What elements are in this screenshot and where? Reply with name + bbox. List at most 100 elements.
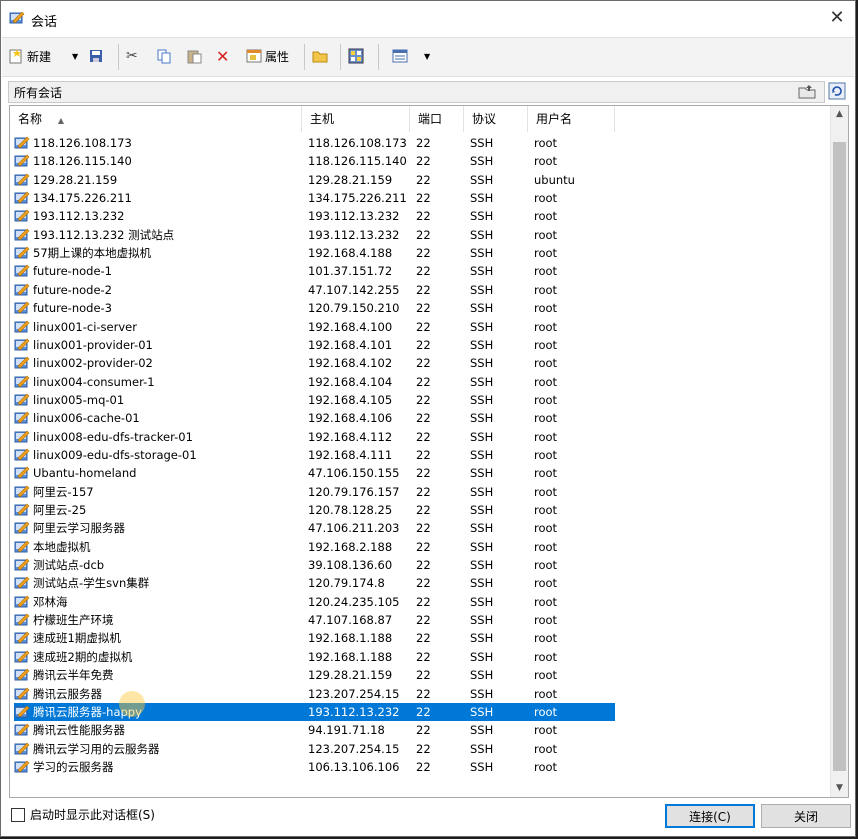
- table-row[interactable]: linux005-mq-01 192.168.4.105 22 SSH root: [14, 391, 615, 409]
- session-port: 22: [416, 466, 431, 481]
- session-host: 118.126.108.173: [308, 136, 407, 150]
- session-host: 123.207.254.15: [308, 686, 400, 701]
- refresh-button[interactable]: [827, 81, 847, 101]
- session-user: root: [534, 246, 558, 261]
- column-header-protocol[interactable]: 协议: [464, 106, 528, 132]
- table-row[interactable]: 57期上课的本地虚拟机 192.168.4.188 22 SSH root: [14, 244, 615, 262]
- connect-button[interactable]: 连接(C): [665, 804, 755, 828]
- toolbar-separator: [304, 44, 305, 70]
- save-button[interactable]: [88, 45, 104, 67]
- column-header-name[interactable]: 名称 ▲: [10, 106, 302, 132]
- session-name-cell: 速成班2期的虚拟机: [14, 648, 132, 666]
- scroll-up-icon[interactable]: ▲: [831, 106, 848, 123]
- table-row[interactable]: 邓林海 120.24.235.105 22 SSH root: [14, 593, 615, 611]
- table-row[interactable]: linux008-edu-dfs-tracker-01 192.168.4.112…: [14, 428, 615, 446]
- session-port: 22: [416, 246, 431, 261]
- session-name: 腾讯云服务器: [33, 686, 102, 701]
- session-host: 39.108.136.60: [308, 558, 393, 573]
- table-row[interactable]: 腾讯云半年免费 129.28.21.159 22 SSH root: [14, 666, 615, 684]
- table-row[interactable]: linux006-cache-01 192.168.4.106 22 SSH root: [14, 409, 615, 427]
- startup-checkbox[interactable]: 启动时显示此对话框(S): [11, 806, 155, 823]
- table-row[interactable]: 测试站点-dcb 39.108.136.60 22 SSH root: [14, 556, 615, 574]
- table-row[interactable]: 阿里云-25 120.78.128.25 22 SSH root: [14, 501, 615, 519]
- table-row[interactable]: future-node-3 120.79.150.210 22 SSH root: [14, 299, 615, 317]
- session-user: root: [534, 539, 558, 554]
- table-row[interactable]: 腾讯云性能服务器 94.191.71.18 22 SSH root: [14, 721, 615, 739]
- table-row[interactable]: 速成班1期虚拟机 192.168.1.188 22 SSH root: [14, 629, 615, 647]
- column-header-user[interactable]: 用户名: [528, 106, 615, 132]
- table-row[interactable]: 阿里云-157 120.79.176.157 22 SSH root: [14, 483, 615, 501]
- table-row[interactable]: linux001-ci-server 192.168.4.100 22 SSH root: [14, 318, 615, 336]
- table-row[interactable]: linux002-provider-02 192.168.4.102 22 SSH ro…: [14, 354, 615, 372]
- session-port: 22: [416, 301, 431, 316]
- close-button[interactable]: 关闭: [761, 804, 851, 828]
- properties-button[interactable]: 属性: [246, 45, 289, 67]
- table-row[interactable]: 118.126.115.140 118.126.115.140 22 SSH root: [14, 152, 615, 170]
- session-user: root: [534, 741, 558, 756]
- table-row[interactable]: linux009-edu-dfs-storage-01 192.168.4.111…: [14, 446, 615, 464]
- session-name-cell: linux001-ci-server: [14, 318, 137, 336]
- view-mode-dropdown[interactable]: ▼: [424, 45, 430, 67]
- new-folder-button[interactable]: [312, 45, 328, 67]
- table-row[interactable]: 腾讯云学习用的云服务器 123.207.254.15 22 SSH root: [14, 740, 615, 758]
- session-icon: [14, 687, 30, 701]
- session-user: root: [534, 447, 558, 462]
- session-port: 22: [416, 539, 431, 554]
- session-manager-button[interactable]: [348, 45, 364, 67]
- table-row[interactable]: 193.112.13.232 193.112.13.232 22 SSH root: [14, 207, 615, 225]
- table-row[interactable]: future-node-1 101.37.151.72 22 SSH root: [14, 262, 615, 280]
- delete-button[interactable]: ✕: [216, 45, 229, 67]
- table-row[interactable]: linux004-consumer-1 192.168.4.104 22 SSH roo…: [14, 373, 615, 391]
- table-row[interactable]: linux001-provider-01 192.168.4.101 22 SSH ro…: [14, 336, 615, 354]
- new-dropdown-arrow[interactable]: ▼: [72, 45, 78, 67]
- column-protocol-label: 协议: [472, 112, 497, 126]
- session-host: 192.168.1.188: [308, 631, 393, 646]
- session-icon: [14, 650, 30, 664]
- session-port: 22: [416, 594, 431, 609]
- session-icon: [14, 393, 30, 407]
- session-port: 22: [416, 649, 431, 664]
- session-port: 22: [416, 704, 431, 719]
- toolbar-separator: [340, 44, 341, 70]
- session-name-cell: 腾讯云性能服务器: [14, 721, 125, 739]
- session-name-cell: Ubantu-homeland: [14, 464, 136, 482]
- table-row[interactable]: 129.28.21.159 129.28.21.159 22 SSH ubuntu: [14, 171, 615, 189]
- up-folder-button[interactable]: [797, 81, 817, 101]
- session-host: 192.168.4.188: [308, 246, 393, 261]
- table-row[interactable]: 测试站点-学生svn集群 120.79.174.8 22 SSH root: [14, 574, 615, 592]
- table-row[interactable]: 腾讯云服务器-happy 193.112.13.232 22 SSH root: [14, 702, 615, 721]
- session-protocol: SSH: [470, 503, 494, 517]
- paste-button[interactable]: [186, 45, 202, 67]
- close-window-button[interactable]: ✕: [823, 5, 851, 31]
- table-row[interactable]: 本地虚拟机 192.168.2.188 22 SSH root: [14, 538, 615, 556]
- checkbox-box[interactable]: [11, 807, 25, 822]
- view-mode-button[interactable]: [392, 45, 408, 67]
- table-row[interactable]: 腾讯云服务器 123.207.254.15 22 SSH root: [14, 685, 615, 703]
- title-bar[interactable]: 会话 ✕: [1, 1, 855, 37]
- table-row[interactable]: 柠檬班生产环境 47.107.168.87 22 SSH root: [14, 611, 615, 629]
- table-row[interactable]: future-node-2 47.107.142.255 22 SSH root: [14, 281, 615, 299]
- table-row[interactable]: 阿里云学习服务器 47.106.211.203 22 SSH root: [14, 519, 615, 537]
- column-header-host[interactable]: 主机: [302, 106, 410, 132]
- table-row[interactable]: 速成班2期的虚拟机 192.168.1.188 22 SSH root: [14, 648, 615, 666]
- session-protocol: SSH: [470, 172, 494, 187]
- table-row[interactable]: 学习的云服务器 106.13.106.106 22 SSH root: [14, 758, 615, 776]
- address-bar[interactable]: 所有会话: [8, 81, 825, 103]
- cut-button[interactable]: ✂: [126, 45, 138, 67]
- vertical-scrollbar[interactable]: ▲ ▼: [830, 106, 848, 797]
- scroll-down-icon[interactable]: ▼: [831, 780, 848, 797]
- new-button[interactable]: 新建: [8, 45, 51, 67]
- column-header-port[interactable]: 端口: [410, 106, 464, 132]
- table-row[interactable]: 134.175.226.211 134.175.226.211 22 SSH root: [14, 189, 615, 207]
- list-view-icon: [392, 49, 408, 63]
- session-icon: [14, 485, 30, 499]
- table-row[interactable]: Ubantu-homeland 47.106.150.155 22 SSH root: [14, 464, 615, 482]
- table-row[interactable]: 118.126.108.173 118.126.108.173 22 SSH root: [14, 134, 615, 152]
- session-name: 57期上课的本地虚拟机: [33, 246, 152, 261]
- session-user: root: [534, 374, 558, 389]
- session-name: 阿里云-25: [33, 503, 87, 517]
- copy-button[interactable]: [156, 45, 172, 67]
- scrollbar-thumb[interactable]: [833, 142, 846, 771]
- session-protocol: SSH: [470, 521, 494, 536]
- table-row[interactable]: 193.112.13.232 测试站点 193.112.13.232 22 SSH ro…: [14, 226, 615, 244]
